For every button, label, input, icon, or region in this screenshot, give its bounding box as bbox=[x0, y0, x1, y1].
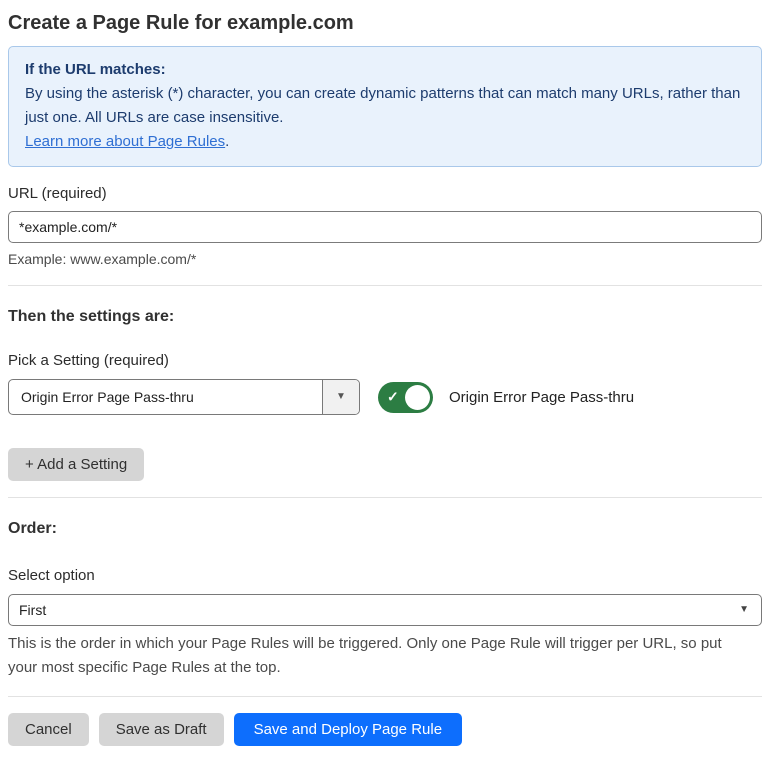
setting-picker-dropdown[interactable]: Origin Error Page Pass-thru ▼ bbox=[8, 379, 360, 415]
save-draft-button[interactable]: Save as Draft bbox=[98, 713, 224, 746]
save-deploy-button[interactable]: Save and Deploy Page Rule bbox=[233, 713, 463, 746]
order-select-label: Select option bbox=[8, 567, 95, 584]
url-input[interactable] bbox=[8, 211, 762, 243]
chevron-down-icon: ▼ bbox=[336, 391, 346, 402]
url-helper-text: Example: www.example.com/* bbox=[8, 251, 197, 267]
order-select-value: First bbox=[19, 602, 47, 618]
info-box-link-line: Learn more about Page Rules. bbox=[25, 130, 745, 154]
page-rule-form: Create a Page Rule for example.com If th… bbox=[0, 0, 770, 758]
settings-section-heading: Then the settings are: bbox=[8, 308, 175, 325]
setting-row: Origin Error Page Pass-thru ▼ ✓ Origin E… bbox=[8, 379, 762, 415]
chevron-down-icon: ▼ bbox=[739, 604, 749, 615]
learn-more-link[interactable]: Learn more about Page Rules bbox=[25, 133, 225, 150]
setting-toggle[interactable]: ✓ bbox=[378, 381, 433, 413]
info-box-body: By using the asterisk (*) character, you… bbox=[25, 85, 741, 126]
page-title: Create a Page Rule for example.com bbox=[8, 12, 354, 34]
order-select[interactable]: First ▼ bbox=[8, 594, 762, 626]
setting-picker-value: Origin Error Page Pass-thru bbox=[21, 389, 194, 405]
url-match-info-box: If the URL matches: By using the asteris… bbox=[8, 46, 762, 167]
divider bbox=[8, 696, 762, 697]
setting-picker-arrow-button[interactable]: ▼ bbox=[322, 380, 359, 414]
divider bbox=[8, 285, 762, 286]
cancel-button[interactable]: Cancel bbox=[8, 713, 89, 746]
toggle-check-icon: ✓ bbox=[387, 388, 399, 405]
url-field-label: URL (required) bbox=[8, 185, 107, 202]
setting-toggle-label: Origin Error Page Pass-thru bbox=[449, 388, 635, 406]
info-box-heading: If the URL matches: bbox=[25, 61, 166, 78]
footer-actions: Cancel Save as Draft Save and Deploy Pag… bbox=[8, 713, 762, 746]
order-helper-text: This is the order in which your Page Rul… bbox=[8, 635, 722, 676]
pick-setting-label: Pick a Setting (required) bbox=[8, 352, 169, 369]
order-section-heading: Order: bbox=[8, 520, 57, 537]
add-setting-button[interactable]: + Add a Setting bbox=[8, 448, 145, 481]
divider bbox=[8, 497, 762, 498]
link-suffix: . bbox=[225, 133, 230, 150]
toggle-knob bbox=[405, 384, 430, 410]
